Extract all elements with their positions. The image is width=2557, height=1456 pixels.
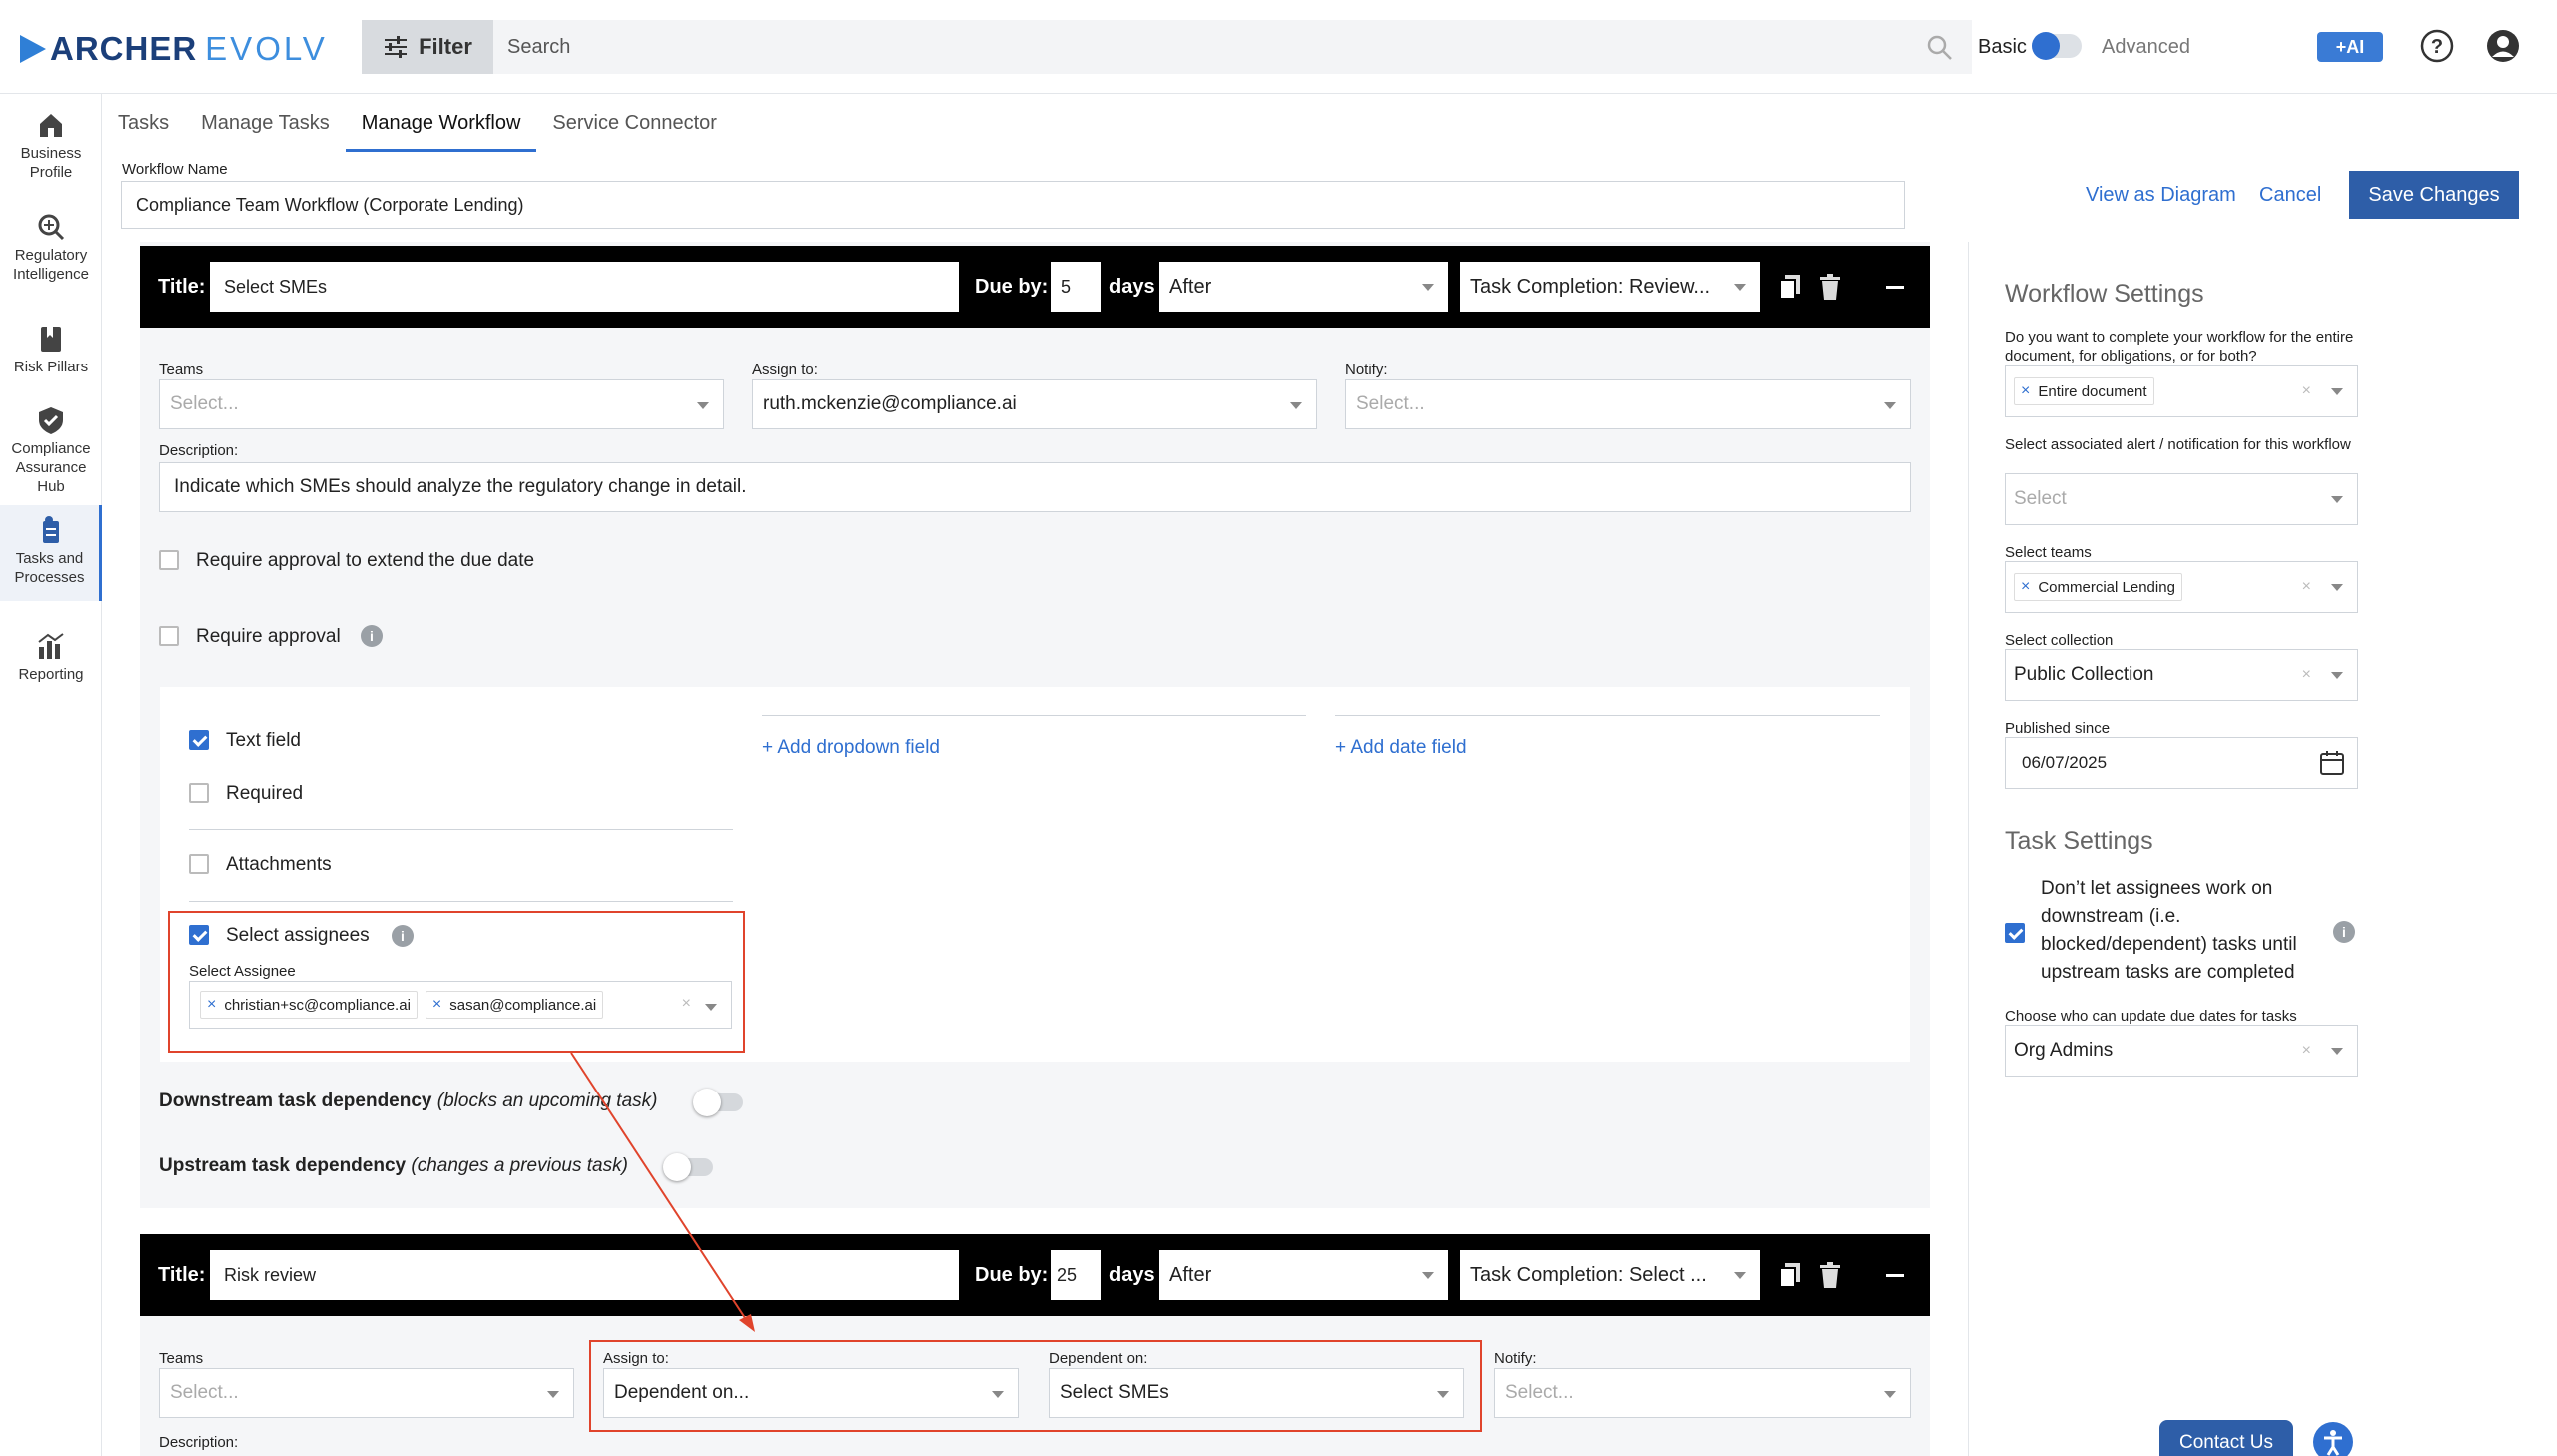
task-settings-title: Task Settings xyxy=(2005,827,2153,855)
clear-icon[interactable]: × xyxy=(2302,382,2311,400)
alert-label: Select associated alert / notification f… xyxy=(2005,436,2351,453)
alert-select[interactable]: Select xyxy=(2005,473,2358,525)
arrow-head xyxy=(739,1314,755,1332)
workflow-scope-label: Do you want to complete your workflow fo… xyxy=(2005,329,2354,364)
block-downstream-checkbox[interactable] xyxy=(2005,923,2025,943)
accessibility-icon xyxy=(2324,1430,2342,1456)
team-chip[interactable]: × Commercial Lending xyxy=(2014,573,2182,601)
block-downstream-line: blocked/dependent) tasks until xyxy=(2041,934,2297,955)
due-date-editors-select[interactable]: Org Admins × xyxy=(2005,1025,2358,1077)
remove-chip-icon[interactable]: × xyxy=(2021,578,2030,596)
block-downstream-line: Don’t let assignees work on xyxy=(2041,878,2273,899)
workflow-scope-select[interactable]: × Entire document × xyxy=(2005,365,2358,417)
published-since-label: Published since xyxy=(2005,720,2111,737)
workflow-settings-title: Workflow Settings xyxy=(2005,280,2204,308)
chevron-down-icon xyxy=(2331,1048,2343,1055)
scope-chip[interactable]: × Entire document xyxy=(2014,377,2154,405)
due-date-editors-label: Choose who can update due dates for task… xyxy=(2005,1008,2297,1025)
team-chip-label: Commercial Lending xyxy=(2038,578,2175,596)
select-collection-select[interactable]: Public Collection × xyxy=(2005,649,2358,701)
remove-chip-icon[interactable]: × xyxy=(2021,382,2030,400)
collection-value: Public Collection xyxy=(2014,664,2154,685)
clear-icon[interactable]: × xyxy=(2302,666,2311,684)
clear-icon[interactable]: × xyxy=(2302,1042,2311,1060)
published-since-value: 06/07/2025 xyxy=(2022,753,2108,772)
alert-placeholder: Select xyxy=(2014,488,2067,509)
block-downstream-line: downstream (i.e. xyxy=(2041,906,2181,927)
select-teams-label: Select teams xyxy=(2005,544,2092,561)
select-teams-select[interactable]: × Commercial Lending × xyxy=(2005,561,2358,613)
scope-chip-label: Entire document xyxy=(2038,382,2147,400)
due-date-editors-value: Org Admins xyxy=(2014,1040,2114,1061)
chevron-down-icon xyxy=(2331,496,2343,503)
calendar-icon[interactable] xyxy=(2319,750,2345,776)
published-since-date-input[interactable]: 06/07/2025 xyxy=(2005,737,2358,789)
info-icon[interactable]: i xyxy=(2333,921,2355,943)
chevron-down-icon xyxy=(2331,672,2343,679)
chevron-down-icon xyxy=(2331,388,2343,395)
accessibility-button[interactable] xyxy=(2313,1422,2353,1456)
arrow-line xyxy=(570,1052,750,1325)
select-collection-label: Select collection xyxy=(2005,632,2114,649)
block-downstream-line: upstream tasks are completed xyxy=(2041,962,2295,983)
clear-icon[interactable]: × xyxy=(2302,578,2311,596)
block-downstream-label: Don’t let assignees work on downstream (… xyxy=(2041,875,2297,987)
chevron-down-icon xyxy=(2331,584,2343,591)
contact-us-button[interactable]: Contact Us xyxy=(2159,1420,2293,1456)
